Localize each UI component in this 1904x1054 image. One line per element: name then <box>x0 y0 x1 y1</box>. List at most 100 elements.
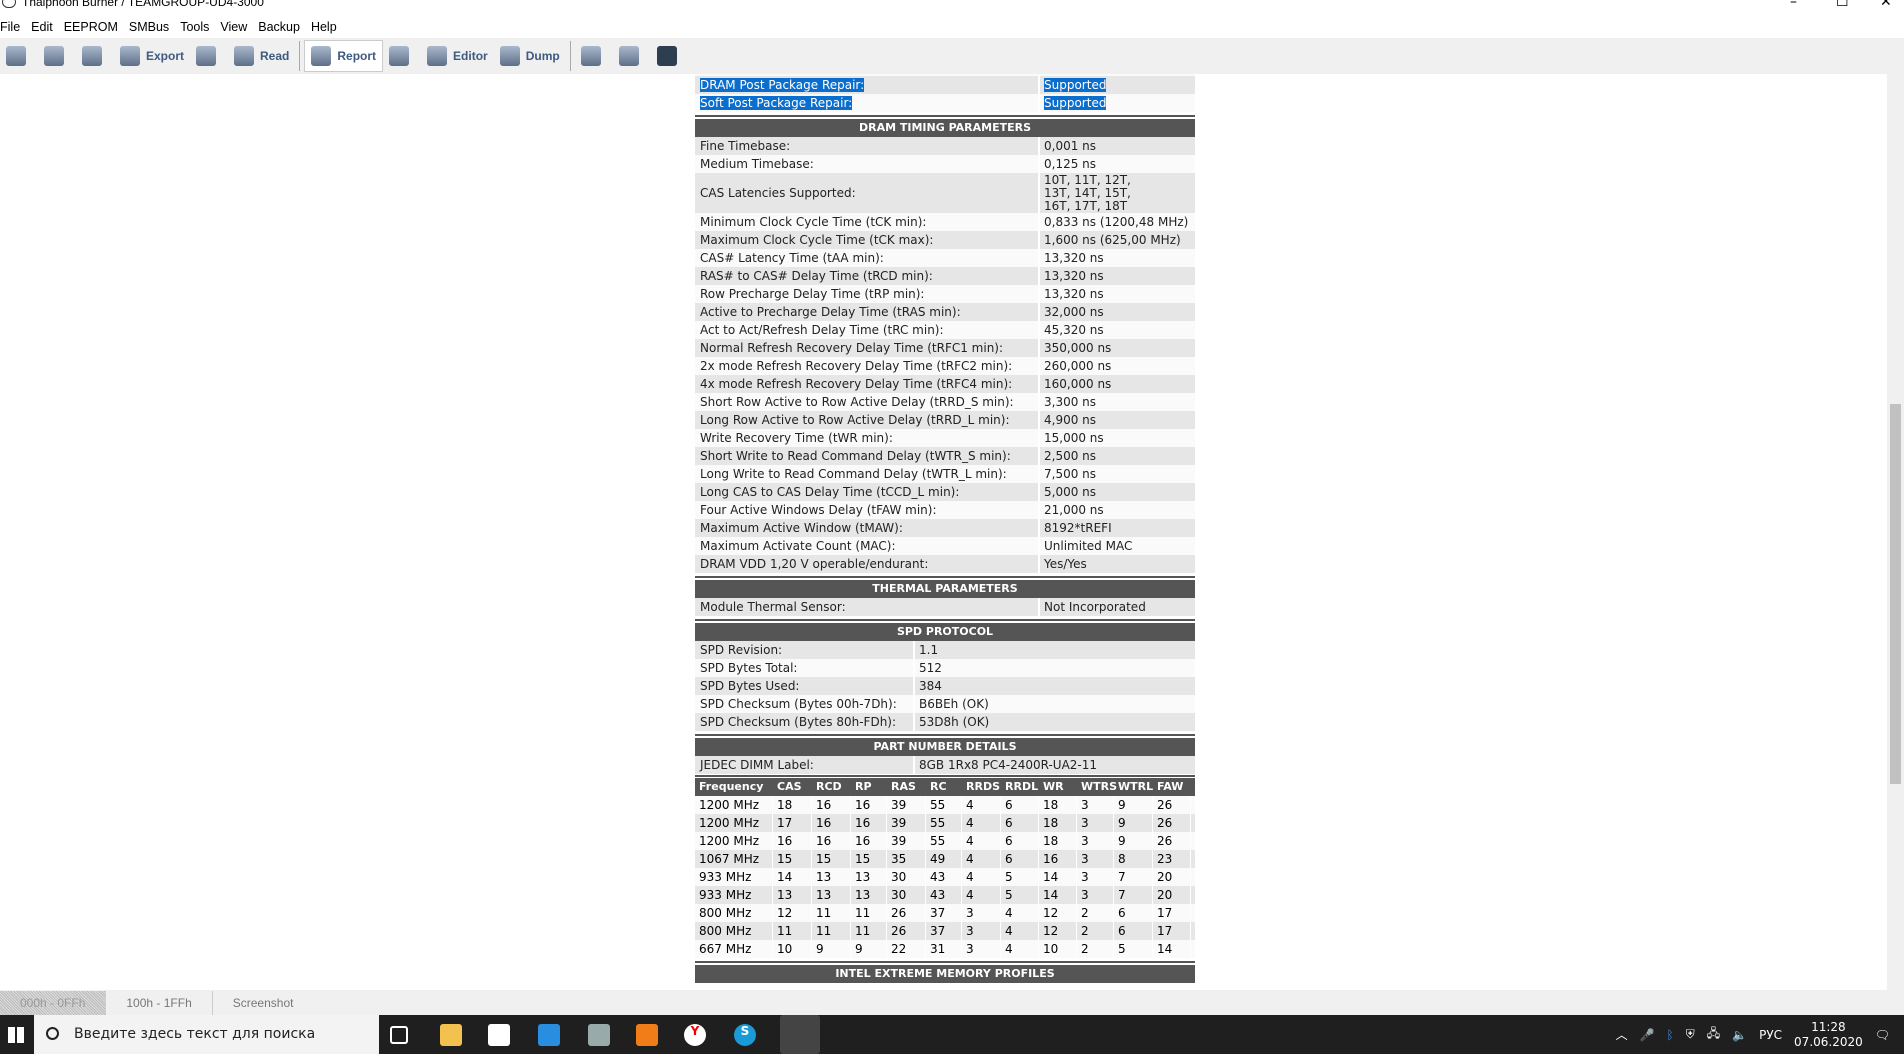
read-button[interactable]: Read <box>228 40 295 72</box>
scrollbar-thumb[interactable] <box>1890 404 1901 784</box>
report-row: Short Write to Read Command Delay (tWTR_… <box>695 447 1195 465</box>
sound-blaster-icon[interactable] <box>636 1024 658 1046</box>
editor-button[interactable]: Editor <box>421 40 494 72</box>
menu-help[interactable]: Help <box>311 18 342 38</box>
defender-icon[interactable]: ⛨ <box>1686 1027 1695 1042</box>
report-row: Soft Post Package Repair: Supported <box>695 94 1195 112</box>
report-row: CAS# Latency Time (tAA min): 13,320 ns <box>695 249 1195 267</box>
taskbar-search[interactable]: Введите здесь текст для поиска <box>34 1015 379 1054</box>
column-header-rcd: RCD <box>816 780 842 793</box>
export-button[interactable]: Export <box>114 40 190 72</box>
column-header-wtrs: WTRS <box>1081 780 1118 793</box>
wrench-icon <box>389 46 410 66</box>
row-value: 2,500 ns <box>1044 449 1097 463</box>
grid-icon <box>499 46 520 66</box>
dump-button[interactable]: Dump <box>494 40 566 72</box>
menu-file[interactable]: File <box>0 18 25 38</box>
menu-edit[interactable]: Edit <box>31 18 58 38</box>
open-button[interactable] <box>38 40 76 72</box>
row-value: 1,600 ns (625,00 MHz) <box>1044 233 1181 247</box>
table-cell: 26 <box>1153 796 1191 814</box>
microphone-icon[interactable]: 🎤 <box>1640 1028 1655 1042</box>
table-cell: 11 <box>812 904 851 922</box>
save-button[interactable] <box>76 40 114 72</box>
task-view-icon[interactable] <box>390 1026 408 1044</box>
menu-tools[interactable]: Tools <box>180 18 214 38</box>
copy-icon <box>618 46 639 66</box>
close-button[interactable]: ✕ <box>1880 0 1892 10</box>
volume-icon[interactable]: 🔈 <box>1732 1028 1747 1042</box>
bluetooth-icon[interactable]: ᛒ <box>1667 1028 1674 1042</box>
row-label: Maximum Clock Cycle Time (tCK max): <box>695 231 1040 249</box>
table-cell: 4 <box>962 814 1001 832</box>
report-row: Long Row Active to Row Active Delay (tRR… <box>695 411 1195 429</box>
row-label: Normal Refresh Recovery Delay Time (tRFC… <box>695 339 1040 357</box>
table-cell: 16 <box>851 814 887 832</box>
monitor-button[interactable] <box>651 40 689 72</box>
table-cell: 37 <box>926 904 962 922</box>
table-cell: 4 <box>1001 940 1039 958</box>
menu-smbus[interactable]: SMBus <box>129 18 174 38</box>
table-cell: 3 <box>962 904 1001 922</box>
table-cell: 5 <box>1001 868 1039 886</box>
table-cell: 3 <box>962 922 1001 940</box>
tray-expand-icon[interactable]: ︿ <box>1616 1026 1628 1043</box>
report-row: Maximum Activate Count (MAC): Unlimited M… <box>695 537 1195 555</box>
row-value: 10T, 11T, 12T, 13T, 14T, 15T, 16T, 17T, … <box>1044 173 1131 213</box>
mail-icon[interactable] <box>538 1024 560 1046</box>
lock-button[interactable] <box>190 40 228 72</box>
chip-search-button[interactable] <box>575 40 613 72</box>
report-row: SPD Revision: 1.1 <box>695 641 1195 659</box>
skype-icon[interactable]: S <box>734 1024 756 1046</box>
settings-button[interactable] <box>0 40 38 72</box>
table-cell: 16 <box>851 832 887 850</box>
waveform-icon <box>656 46 677 66</box>
notifications-icon[interactable]: 🗨 <box>1875 1028 1890 1042</box>
row-label: CAS Latencies Supported: <box>695 173 1040 213</box>
store-icon[interactable] <box>488 1024 510 1046</box>
network-icon[interactable]: 🖧 <box>1707 1024 1720 1045</box>
thaiphoon-taskbar-icon[interactable] <box>780 1015 820 1054</box>
table-cell: 6 <box>1001 832 1039 850</box>
report-row: Normal Refresh Recovery Delay Time (tRFC… <box>695 339 1195 357</box>
tab-100h-1ffh[interactable]: 100h - 1FFh <box>106 990 213 1015</box>
windows-start-icon[interactable] <box>8 1027 24 1043</box>
report-label: Report <box>337 49 377 63</box>
clock[interactable]: 11:28 07.06.2020 <box>1794 1020 1863 1050</box>
menu-backup[interactable]: Backup <box>258 18 305 38</box>
row-value: Yes/Yes <box>1044 557 1087 571</box>
table-cell: 4 <box>962 850 1001 868</box>
report-row: Fine Timebase: 0,001 ns <box>695 137 1195 155</box>
language-indicator[interactable]: РУС <box>1759 1028 1782 1042</box>
table-cell: 20 <box>1153 868 1191 886</box>
magnifier-icon <box>234 46 255 66</box>
vertical-scrollbar[interactable] <box>1887 74 1904 990</box>
selected-text: DRAM Post Package Repair: <box>700 78 865 92</box>
section-rows: JEDEC DIMM Label: 8GB 1Rx8 PC4-2400R-UA2-… <box>695 756 1195 774</box>
table-cell: 11 <box>851 904 887 922</box>
file-explorer-icon[interactable] <box>440 1024 462 1046</box>
column-header-rrds: RRDS <box>966 780 1000 793</box>
tools-button[interactable] <box>383 40 421 72</box>
menu-view[interactable]: View <box>220 18 252 38</box>
maximize-button[interactable]: ☐ <box>1836 0 1849 10</box>
table-cell: 13 <box>773 886 812 904</box>
table-cell: 2 <box>1077 940 1114 958</box>
tab-screenshot[interactable]: Screenshot <box>213 991 314 1015</box>
section-header: DRAM TIMING PARAMETERS <box>695 115 1195 137</box>
report-button[interactable]: Report <box>304 40 384 72</box>
minimize-button[interactable]: – <box>1790 0 1797 10</box>
monitor-app-icon[interactable] <box>588 1024 610 1046</box>
table-cell: 15 <box>851 850 887 868</box>
row-label: DRAM VDD 1,20 V operable/endurant: <box>695 555 1040 573</box>
tab-000h-0ffh[interactable]: 000h - 0FFh <box>0 990 107 1015</box>
copy-button[interactable] <box>613 40 651 72</box>
yandex-browser-icon[interactable]: Y <box>684 1024 706 1046</box>
system-tray: ︿ 🎤 ᛒ ⛨ 🖧 🔈 РУС 11:28 07.06.2020 🗨 <box>1616 1015 1904 1054</box>
report-row: Write Recovery Time (tWR min): 15,000 ns <box>695 429 1195 447</box>
row-value: Not Incorporated <box>1044 600 1146 614</box>
row-value: 350,000 ns <box>1044 341 1112 355</box>
table-cell: 5 <box>1114 940 1153 958</box>
table-cell: 22 <box>887 940 926 958</box>
menu-eeprom[interactable]: EEPROM <box>64 18 123 38</box>
